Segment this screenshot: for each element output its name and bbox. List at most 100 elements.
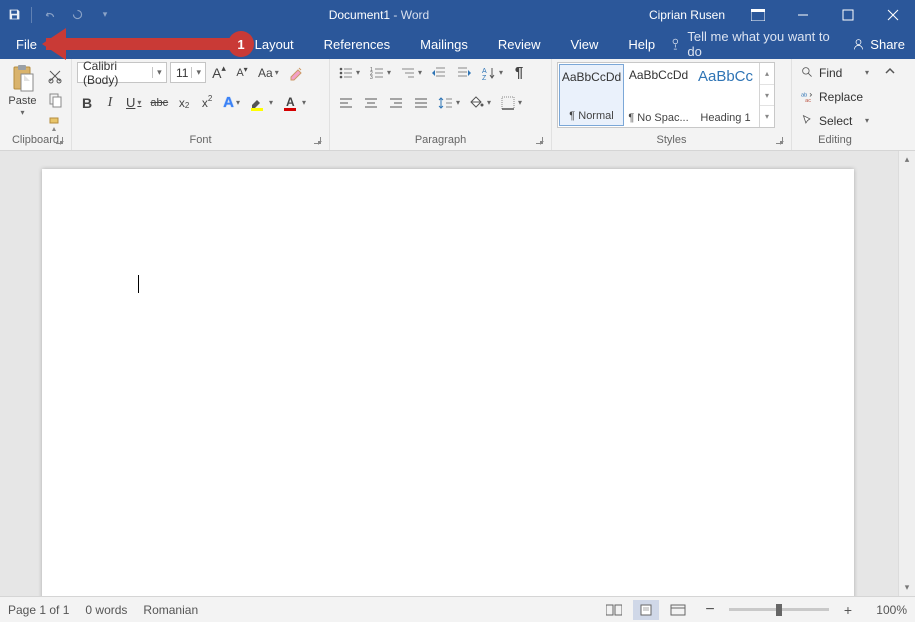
justify-icon[interactable] [410,92,432,113]
tell-me-label: Tell me what you want to do [687,29,838,59]
font-size-combo[interactable]: 11▾ [170,62,206,83]
ribbon-display-options-icon[interactable] [735,0,780,29]
tab-file[interactable]: File [0,29,53,59]
ribbon-tabs: File Home Insert Design Layout Reference… [0,29,915,59]
dialog-launcher-icon[interactable] [54,135,65,146]
text-cursor [138,275,139,293]
scroll-down-icon[interactable]: ▾ [899,579,915,596]
share-label: Share [870,37,905,52]
dialog-launcher-icon[interactable] [774,135,785,146]
align-left-icon[interactable] [335,92,357,113]
style-tile-heading-1[interactable]: AaBbCc Heading 1 [692,63,759,127]
word-count[interactable]: 0 words [85,603,127,617]
read-mode-icon[interactable] [601,600,627,620]
increase-indent-icon[interactable] [453,62,475,83]
gallery-more-icon[interactable]: ▾ [760,106,774,127]
strikethrough-button[interactable]: abc [147,92,171,113]
tab-references[interactable]: References [309,29,405,59]
zoom-out-icon[interactable]: − [697,600,723,620]
change-case-button[interactable]: Aa [255,62,282,83]
gallery-scroll-down-icon[interactable]: ▾ [760,85,774,107]
customize-qat-icon[interactable]: ▾ [91,0,119,29]
tab-help[interactable]: Help [613,29,670,59]
line-spacing-icon[interactable] [435,92,463,113]
shading-icon[interactable] [466,92,494,113]
align-center-icon[interactable] [360,92,382,113]
cut-icon[interactable] [44,65,66,86]
group-styles: AaBbCcDd ¶ Normal AaBbCcDd ¶ No Spac... … [552,59,792,150]
scroll-up-icon[interactable]: ▴ [899,151,915,168]
minimize-icon[interactable] [780,0,825,29]
document-name: Document1 [329,8,390,22]
show-hide-icon[interactable]: ¶ [509,62,529,83]
replace-button[interactable]: abacReplace [797,86,873,107]
web-layout-icon[interactable] [665,600,691,620]
tab-mailings[interactable]: Mailings [405,29,483,59]
underline-button[interactable]: U [123,92,144,113]
svg-text:ac: ac [805,98,811,103]
numbering-icon[interactable]: 123 [366,62,394,83]
styles-gallery[interactable]: AaBbCcDd ¶ Normal AaBbCcDd ¶ No Spac... … [557,62,775,128]
clear-formatting-icon[interactable] [285,62,307,83]
sort-icon[interactable]: AZ [478,62,506,83]
bold-button[interactable]: B [77,92,97,113]
paste-button[interactable]: Paste ▾ [5,62,40,117]
font-name-combo[interactable]: Calibri (Body)▾ [77,62,167,83]
save-icon[interactable] [0,0,28,29]
group-label-editing: Editing [797,134,873,150]
copy-icon[interactable] [44,89,66,110]
multilevel-list-icon[interactable] [397,62,425,83]
undo-icon[interactable] [35,0,63,29]
share-button[interactable]: Share [852,37,905,52]
dialog-launcher-icon[interactable] [312,135,323,146]
subscript-button[interactable]: x2 [174,92,194,113]
select-button[interactable]: Select▾ [797,110,873,131]
document-area: ▴ ▾ [0,151,915,596]
zoom-slider[interactable] [729,608,829,611]
page-indicator[interactable]: Page 1 of 1 [8,603,69,617]
gallery-scroll-up-icon[interactable]: ▴ [760,63,774,85]
zoom-in-icon[interactable]: + [835,600,861,620]
close-icon[interactable] [870,0,915,29]
style-tile-no-spacing[interactable]: AaBbCcDd ¶ No Spac... [625,63,692,127]
group-editing: Find▾ abacReplace Select▾ Editing [792,59,878,150]
format-painter-icon[interactable] [44,113,66,134]
superscript-button[interactable]: x2 [197,92,217,113]
title-bar: ▾ Document1 - Word Ciprian Rusen [0,0,915,29]
dialog-launcher-icon[interactable] [534,135,545,146]
borders-icon[interactable] [497,92,525,113]
quick-access-toolbar: ▾ [0,0,119,29]
print-layout-icon[interactable] [633,600,659,620]
decrease-indent-icon[interactable] [428,62,450,83]
collapse-ribbon-icon[interactable] [878,59,902,150]
language-indicator[interactable]: Romanian [143,603,198,617]
bullets-icon[interactable] [335,62,363,83]
zoom-level[interactable]: 100% [867,603,907,617]
tab-layout[interactable]: Layout [251,29,309,59]
page[interactable] [42,169,854,596]
svg-text:Z: Z [482,75,487,81]
text-effects-button[interactable]: A [220,92,243,113]
maximize-icon[interactable] [825,0,870,29]
style-tile-normal[interactable]: AaBbCcDd ¶ Normal [559,64,624,126]
shrink-font-icon[interactable]: A▾ [232,62,252,83]
vertical-scrollbar[interactable]: ▴ ▾ [898,151,915,596]
redo-icon[interactable] [63,0,91,29]
svg-text:A: A [286,95,295,109]
align-right-icon[interactable] [385,92,407,113]
tab-review[interactable]: Review [483,29,556,59]
tell-me-search[interactable]: Tell me what you want to do [670,29,838,59]
group-clipboard: Paste ▾ Clipboard [0,59,72,150]
separator [31,7,32,23]
highlight-button[interactable] [246,92,276,113]
find-button[interactable]: Find▾ [797,62,873,83]
group-label-font: Font [77,134,324,150]
gallery-scroll: ▴ ▾ ▾ [759,63,774,127]
chevron-down-icon: ▾ [20,108,24,117]
group-label-paragraph: Paragraph [335,134,546,150]
font-color-button[interactable]: A [279,92,309,113]
grow-font-icon[interactable]: A▴ [209,62,229,83]
user-name[interactable]: Ciprian Rusen [639,8,735,22]
tab-view[interactable]: View [555,29,613,59]
italic-button[interactable]: I [100,92,120,113]
